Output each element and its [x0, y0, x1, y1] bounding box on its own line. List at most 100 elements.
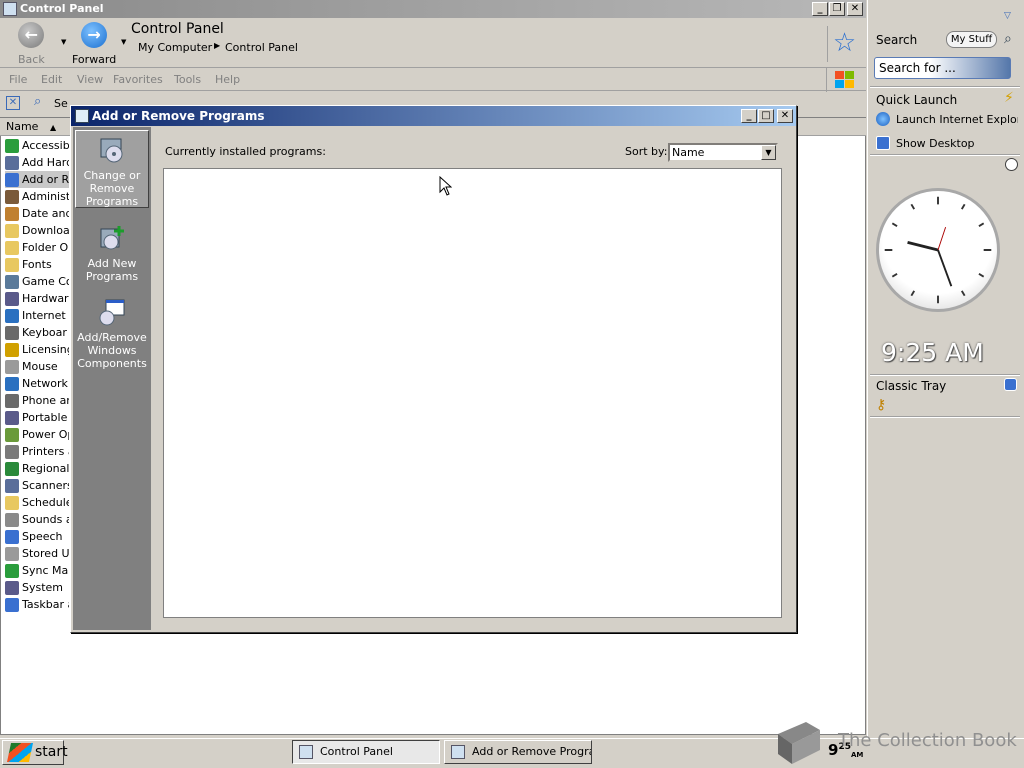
classic-tray-icon[interactable] — [1004, 378, 1017, 391]
control-panel-item-icon — [5, 512, 19, 527]
add-new-line1: Add New — [87, 257, 137, 270]
control-panel-item-icon — [5, 291, 19, 306]
control-panel-item-icon — [5, 359, 19, 374]
list-item[interactable]: System — [5, 579, 69, 596]
list-item[interactable]: Power Op — [5, 426, 69, 443]
back-dropdown-icon[interactable]: ▼ — [61, 38, 66, 46]
toolbar-search[interactable]: Search — [54, 97, 68, 110]
list-item[interactable]: Scanners — [5, 477, 69, 494]
list-item-label: Taskbar a — [22, 598, 69, 611]
add-remove-programs-dialog: Add or Remove Programs _ □ ✕ Change or R… — [70, 105, 797, 633]
close-pane-icon[interactable]: ✕ — [6, 96, 20, 110]
list-item[interactable]: Accessibil — [5, 137, 69, 154]
list-item-label: Licensing — [22, 343, 69, 356]
taskbar-control-panel[interactable]: Control Panel — [292, 740, 440, 764]
list-item-label: Speech — [22, 530, 63, 543]
list-item[interactable]: Sounds a — [5, 511, 69, 528]
list-item[interactable]: Mouse — [5, 358, 69, 375]
control-panel-item-icon — [5, 325, 19, 340]
forward-dropdown-icon[interactable]: ▼ — [121, 38, 126, 46]
list-item[interactable]: Game Co — [5, 273, 69, 290]
control-panel-item-icon — [5, 410, 19, 425]
list-item[interactable]: Licensing — [5, 341, 69, 358]
dialog-close-button[interactable]: ✕ — [777, 109, 793, 123]
control-panel-item-icon — [5, 427, 19, 442]
list-item[interactable]: Download — [5, 222, 69, 239]
list-item[interactable]: Keyboar — [5, 324, 69, 341]
quick-launch-show-desktop[interactable]: Show Desktop — [876, 136, 1018, 150]
installed-programs-list[interactable] — [163, 168, 782, 618]
control-panel-item-icon — [5, 529, 19, 544]
control-panel-item-icon — [5, 597, 19, 612]
control-panel-titlebar[interactable]: Control Panel _ ❐ ✕ — [0, 0, 866, 18]
sort-by-value: Name — [672, 146, 705, 159]
favorites-star-icon[interactable]: ☆ — [827, 26, 861, 62]
taskbar-add-remove-programs[interactable]: Add or Remove Programs — [444, 740, 592, 764]
control-panel-item-icon — [5, 206, 19, 221]
list-item-label: Add or Re — [22, 173, 69, 186]
list-item[interactable]: Taskbar a — [5, 596, 69, 613]
breadcrumb-control-panel[interactable]: Control Panel — [225, 41, 298, 54]
menu-tools[interactable]: Tools — [174, 73, 201, 86]
list-item-label: Scanners — [22, 479, 69, 492]
dialog-minimize-button[interactable]: _ — [741, 109, 757, 123]
list-item[interactable]: Hardware — [5, 290, 69, 307]
search-icon[interactable]: ⌕ — [1004, 31, 1012, 47]
windows-components-button[interactable]: Add/Remove Windows Components — [75, 293, 149, 373]
dialog-maximize-button[interactable]: □ — [758, 109, 774, 123]
list-item-label: Internet — [22, 309, 66, 322]
list-item[interactable]: Fonts — [5, 256, 69, 273]
control-panel-item-icon — [5, 138, 19, 153]
list-item[interactable]: Internet — [5, 307, 69, 324]
key-icon[interactable]: ⚷ — [876, 397, 886, 413]
list-item-label: Power Op — [22, 428, 69, 441]
start-button[interactable]: start — [2, 740, 68, 765]
list-item[interactable]: Printers a — [5, 443, 69, 460]
list-item[interactable]: Add or Re — [5, 171, 69, 188]
list-item[interactable]: Portable — [5, 409, 69, 426]
list-item[interactable]: Schedule — [5, 494, 69, 511]
breadcrumb-my-computer[interactable]: My Computer — [138, 41, 212, 54]
control-panel-item-icon — [5, 189, 19, 204]
sidebar-search-input[interactable]: Search for ... — [874, 57, 1011, 79]
close-button[interactable]: ✕ — [847, 2, 863, 16]
search-icon[interactable]: ⌕ — [34, 94, 41, 109]
restore-button[interactable]: ❐ — [829, 2, 845, 16]
menu-view[interactable]: View — [77, 73, 103, 86]
list-item[interactable]: Regional — [5, 460, 69, 477]
change-remove-programs-button[interactable]: Change or Remove Programs — [75, 130, 149, 208]
menu-help[interactable]: Help — [215, 73, 240, 86]
analog-clock — [876, 188, 1000, 312]
dialog-titlebar[interactable]: Add or Remove Programs _ □ ✕ — [71, 106, 796, 126]
start-label: start — [35, 744, 68, 760]
list-item[interactable]: Folder Op — [5, 239, 69, 256]
list-item[interactable]: Network — [5, 375, 69, 392]
list-item[interactable]: Speech — [5, 528, 69, 545]
sort-by-select[interactable]: Name ▼ — [668, 143, 778, 162]
watermark-text: The Collection Book — [838, 730, 1017, 751]
chevron-down-icon[interactable]: ▼ — [761, 145, 776, 160]
my-stuff-button[interactable]: My Stuff — [946, 31, 997, 48]
list-item[interactable]: Add Hard — [5, 154, 69, 171]
add-new-programs-button[interactable]: Add New Programs — [75, 219, 149, 285]
list-item[interactable]: Stored Us — [5, 545, 69, 562]
list-item[interactable]: Date and — [5, 205, 69, 222]
menu-file[interactable]: File — [9, 73, 27, 86]
minimize-button[interactable]: _ — [812, 2, 828, 16]
forward-button[interactable]: → Forward — [72, 22, 116, 66]
menu-favorites[interactable]: Favorites — [113, 73, 163, 86]
list-item-label: Sounds a — [22, 513, 69, 526]
clock-digital-time: 9:25 AM — [881, 338, 984, 367]
list-item[interactable]: Sync Man — [5, 562, 69, 579]
back-button[interactable]: ← Back — [18, 22, 45, 66]
menu-edit[interactable]: Edit — [41, 73, 62, 86]
list-item[interactable]: Administr — [5, 188, 69, 205]
quick-launch-ie[interactable]: Launch Internet Explorer — [876, 112, 1018, 126]
nav-bar: ← Back ▼ → Forward ▼ — [0, 18, 866, 68]
forward-arrow-icon: → — [81, 22, 108, 48]
list-item[interactable]: Phone an — [5, 392, 69, 409]
sidebar-menu-chevron-icon[interactable]: ▽ — [1004, 11, 1011, 21]
control-panel-item-icon — [5, 342, 19, 357]
list-item-label: Regional — [22, 462, 69, 475]
control-panel-item-icon — [5, 580, 19, 595]
